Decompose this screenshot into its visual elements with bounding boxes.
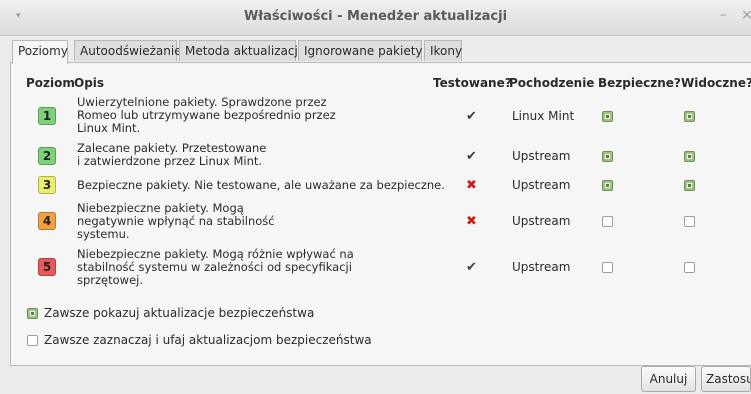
window-title: Właściwości - Menedżer aktualizacji — [243, 9, 508, 24]
level-badge: 3 — [38, 176, 56, 194]
tab-ignored-packages[interactable]: Ignorowane pakiety — [298, 40, 423, 61]
safe-checkbox[interactable] — [602, 262, 613, 273]
visible-checkbox[interactable] — [684, 216, 695, 227]
cancel-button[interactable]: Anuluj — [641, 366, 696, 392]
always-select-security-label[interactable]: Zawsze zaznaczaj i ufaj aktualizacjom be… — [44, 333, 372, 347]
header-tested[interactable]: Testowane? — [433, 76, 512, 90]
visible-checkbox[interactable] — [684, 180, 695, 191]
safe-checkbox[interactable] — [602, 180, 613, 191]
tab-icons[interactable]: Ikony — [424, 40, 462, 61]
check-mark-icon: ✔ — [466, 260, 477, 275]
row-origin: Upstream — [512, 260, 571, 274]
apply-button[interactable]: Zastosuj — [701, 366, 751, 392]
row-description: Niebezpieczne pakiety. Mogą negatywnie w… — [77, 201, 275, 241]
header-visible[interactable]: Widoczne? — [681, 76, 751, 90]
level-badge: 1 — [38, 107, 56, 125]
row-description: Bezpieczne pakiety. Nie testowane, ale u… — [77, 178, 445, 192]
row-origin: Upstream — [512, 149, 571, 163]
close-icon[interactable]: × — [741, 7, 751, 23]
header-safe[interactable]: Bezpieczne? — [598, 76, 681, 90]
always-select-security-checkbox[interactable] — [27, 335, 38, 346]
cross-mark-icon: ✖ — [466, 214, 477, 229]
safe-checkbox[interactable] — [602, 216, 613, 227]
visible-checkbox[interactable] — [684, 111, 695, 122]
visible-checkbox[interactable] — [684, 262, 695, 273]
always-show-security-label[interactable]: Zawsze pokazuj aktualizacje bezpieczeńst… — [44, 306, 314, 320]
row-description: Uwierzytelnione pakiety. Sprawdzone prze… — [77, 95, 336, 135]
tab-update-method[interactable]: Metoda aktualizacji — [179, 40, 301, 61]
title-bar[interactable]: ▾ Właściwości - Menedżer aktualizacji – … — [0, 0, 751, 36]
row-description: Niebezpieczne pakiety. Mogą różnie wpływ… — [77, 247, 354, 287]
header-origin[interactable]: Pochodzenie — [509, 76, 594, 90]
visible-checkbox[interactable] — [684, 151, 695, 162]
row-description: Zalecane pakiety. Przetestowane i zatwie… — [77, 141, 267, 168]
header-description[interactable]: Opis — [74, 76, 104, 90]
safe-checkbox[interactable] — [602, 151, 613, 162]
check-mark-icon: ✔ — [466, 109, 477, 124]
cross-mark-icon: ✖ — [466, 178, 477, 193]
level-badge: 4 — [38, 212, 56, 230]
level-badge: 5 — [38, 258, 56, 276]
level-badge: 2 — [38, 147, 56, 165]
check-mark-icon: ✔ — [466, 149, 477, 164]
tab-auto-refresh[interactable]: Autoodświeżanie — [74, 40, 182, 61]
preferences-window: ▾ Właściwości - Menedżer aktualizacji – … — [0, 0, 751, 394]
row-origin: Linux Mint — [512, 109, 575, 123]
header-level[interactable]: Poziom — [26, 76, 75, 90]
safe-checkbox[interactable] — [602, 111, 613, 122]
row-origin: Upstream — [512, 178, 571, 192]
always-show-security-checkbox[interactable] — [27, 308, 38, 319]
tab-levels[interactable]: Poziomy — [12, 40, 68, 64]
minimize-icon[interactable]: – — [720, 7, 727, 23]
row-origin: Upstream — [512, 214, 571, 228]
